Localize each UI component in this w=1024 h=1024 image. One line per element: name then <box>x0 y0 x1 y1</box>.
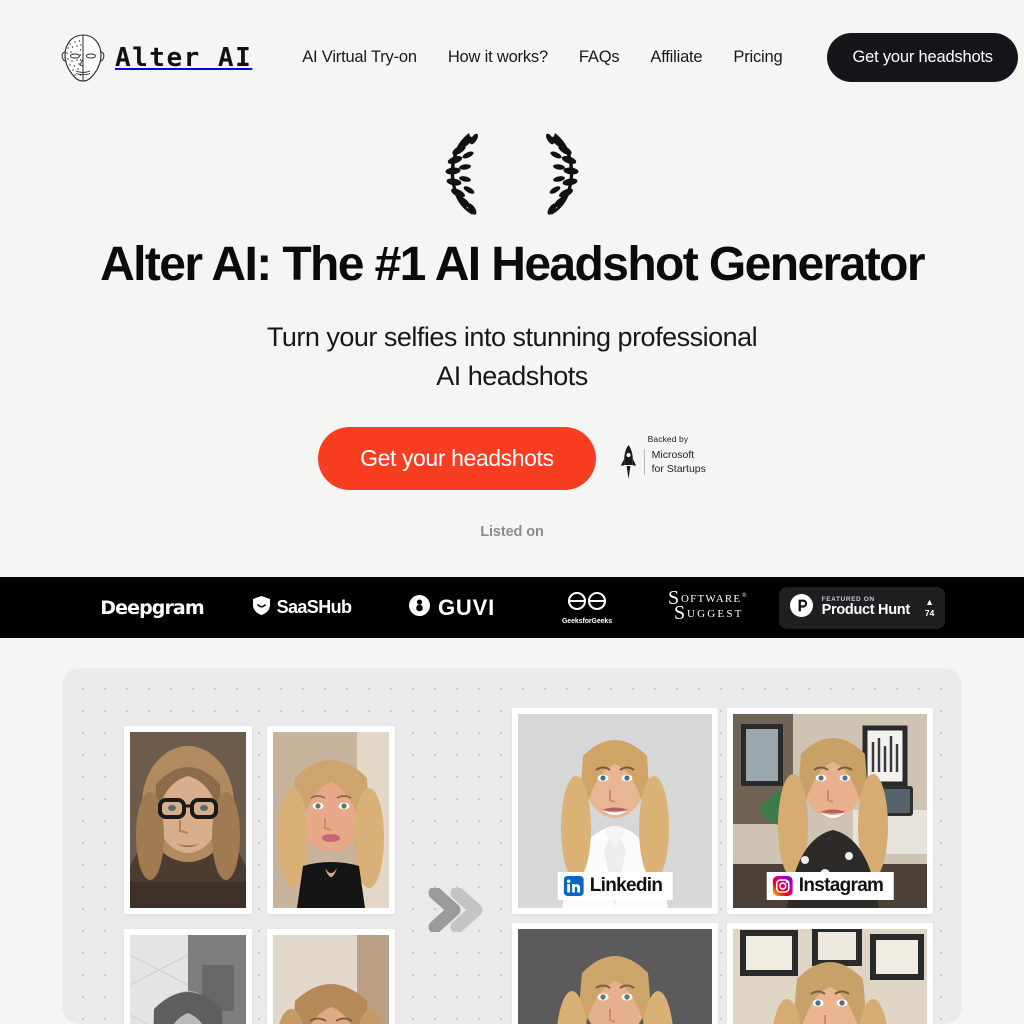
nav-affiliate[interactable]: Affiliate <box>650 48 702 67</box>
after-photo-instagram[interactable]: Instagram <box>727 708 933 914</box>
header-get-headshots-button[interactable]: Get your headshots <box>827 33 1018 82</box>
before-photo-1[interactable] <box>124 726 252 914</box>
guvi-mark-icon <box>409 594 430 621</box>
before-photo-4[interactable] <box>267 929 395 1024</box>
nav-pricing[interactable]: Pricing <box>733 48 782 67</box>
face-outline-icon <box>60 33 106 83</box>
main-nav: AI Virtual Try-on How it works? FAQs Aff… <box>302 33 1018 82</box>
before-photo-2[interactable] <box>267 726 395 914</box>
before-photo-grid <box>124 726 395 1024</box>
photo-image <box>273 935 389 1024</box>
product-hunt-upvote[interactable]: ▲ 74 <box>924 596 935 618</box>
listed-on-label: Listed on <box>480 524 544 541</box>
linkedin-icon <box>563 876 584 896</box>
logo-softwaresuggest[interactable]: S OFTWARE ® S UGGEST <box>647 577 777 638</box>
award-badge <box>439 125 585 219</box>
logo-product-hunt[interactable]: FEATURED ON Product Hunt ▲ 74 <box>777 577 947 638</box>
photo-image <box>130 935 246 1024</box>
photo-image <box>130 732 246 908</box>
before-photo-3[interactable] <box>124 929 252 1024</box>
before-after-gallery: Linkedin Instagram <box>62 668 962 1024</box>
hero-section: Alter AI: The #1 AI Headshot Generator T… <box>0 115 1024 540</box>
svg-text:OFTWARE: OFTWARE <box>681 593 741 605</box>
upvote-arrow-icon: ▲ <box>925 596 935 607</box>
brand-logo[interactable]: Alter AI <box>60 33 252 83</box>
hero-subtitle-line-1: Turn your selfies into stunning professi… <box>266 322 758 353</box>
photo-image <box>733 929 927 1024</box>
photo-image <box>273 732 389 908</box>
chevron-2-icon <box>450 888 483 932</box>
logo-deepgram[interactable]: Deepgram <box>77 577 227 638</box>
instagram-tag: Instagram <box>766 872 894 900</box>
hero-subtitle: Turn your selfies into stunning professi… <box>0 318 1024 396</box>
double-chevron-right-icon <box>428 888 484 932</box>
product-hunt-name: Product Hunt <box>821 602 911 619</box>
backed-by-name-line-1: Microsoft <box>651 449 695 462</box>
product-hunt-icon <box>789 593 813 622</box>
nav-ai-virtual-try-on[interactable]: AI Virtual Try-on <box>302 48 417 67</box>
hero-get-headshots-button[interactable]: Get your headshots <box>318 427 596 491</box>
logo-saashub-label: SaaSHub <box>276 597 352 617</box>
svg-text:S: S <box>674 602 685 622</box>
instagram-label: Instagram <box>798 875 884 896</box>
brand-name: Alter AI <box>115 42 253 73</box>
shield-icon <box>252 595 270 620</box>
linkedin-tag: Linkedin <box>557 872 673 900</box>
product-hunt-badge[interactable]: FEATURED ON Product Hunt ▲ 74 <box>778 586 946 629</box>
svg-text:UGGEST: UGGEST <box>687 608 744 620</box>
logo-guvi[interactable]: GUVI <box>377 577 527 638</box>
logo-geeksforgeeks-label: GeeksforGeeks <box>561 618 613 625</box>
page-root: Alter AI AI Virtual Try-on How it works?… <box>0 0 1024 1024</box>
backed-by-name: Microsoft for Startups <box>652 448 706 476</box>
nav-how-it-works[interactable]: How it works? <box>448 48 548 67</box>
after-photo-linkedin[interactable]: Linkedin <box>512 708 718 914</box>
divider <box>643 449 645 476</box>
instagram-icon <box>772 876 793 896</box>
hero-subtitle-line-2: AI headshots <box>436 361 588 392</box>
hero-cta-row: Get your headshots Backed by Microsoft f… <box>0 427 1024 491</box>
page-title: Alter AI: The #1 AI Headshot Generator <box>100 238 925 291</box>
geeksforgeeks-mark-icon <box>564 590 610 617</box>
backed-by-name-line-2: for Startups <box>651 463 706 476</box>
after-photo-3[interactable] <box>512 923 718 1024</box>
backed-by-badge: Backed by Microsoft for Startups <box>620 434 706 480</box>
svg-text:®: ® <box>742 592 747 599</box>
logo-saashub[interactable]: SaaSHub <box>227 577 377 638</box>
rocket-icon <box>620 445 637 480</box>
photo-image <box>518 929 712 1024</box>
linkedin-label: Linkedin <box>589 875 663 896</box>
product-hunt-upvote-count: 74 <box>924 607 935 618</box>
laurel-wreath-icon <box>445 133 579 215</box>
logo-guvi-label: GUVI <box>438 594 495 620</box>
softwaresuggest-wordmark: S OFTWARE ® S UGGEST <box>668 587 756 627</box>
after-photo-grid: Linkedin Instagram <box>512 708 933 1024</box>
listed-on-logo-bar: Deepgram SaaSHub GUVI GeeksforGeeks S OF… <box>0 577 1024 638</box>
nav-faqs[interactable]: FAQs <box>579 48 620 67</box>
logo-deepgram-label: Deepgram <box>100 596 204 619</box>
logo-geeksforgeeks[interactable]: GeeksforGeeks <box>527 577 647 638</box>
site-header: Alter AI AI Virtual Try-on How it works?… <box>0 0 1024 115</box>
after-photo-4[interactable] <box>727 923 933 1024</box>
backed-by-label: Backed by <box>647 434 689 445</box>
